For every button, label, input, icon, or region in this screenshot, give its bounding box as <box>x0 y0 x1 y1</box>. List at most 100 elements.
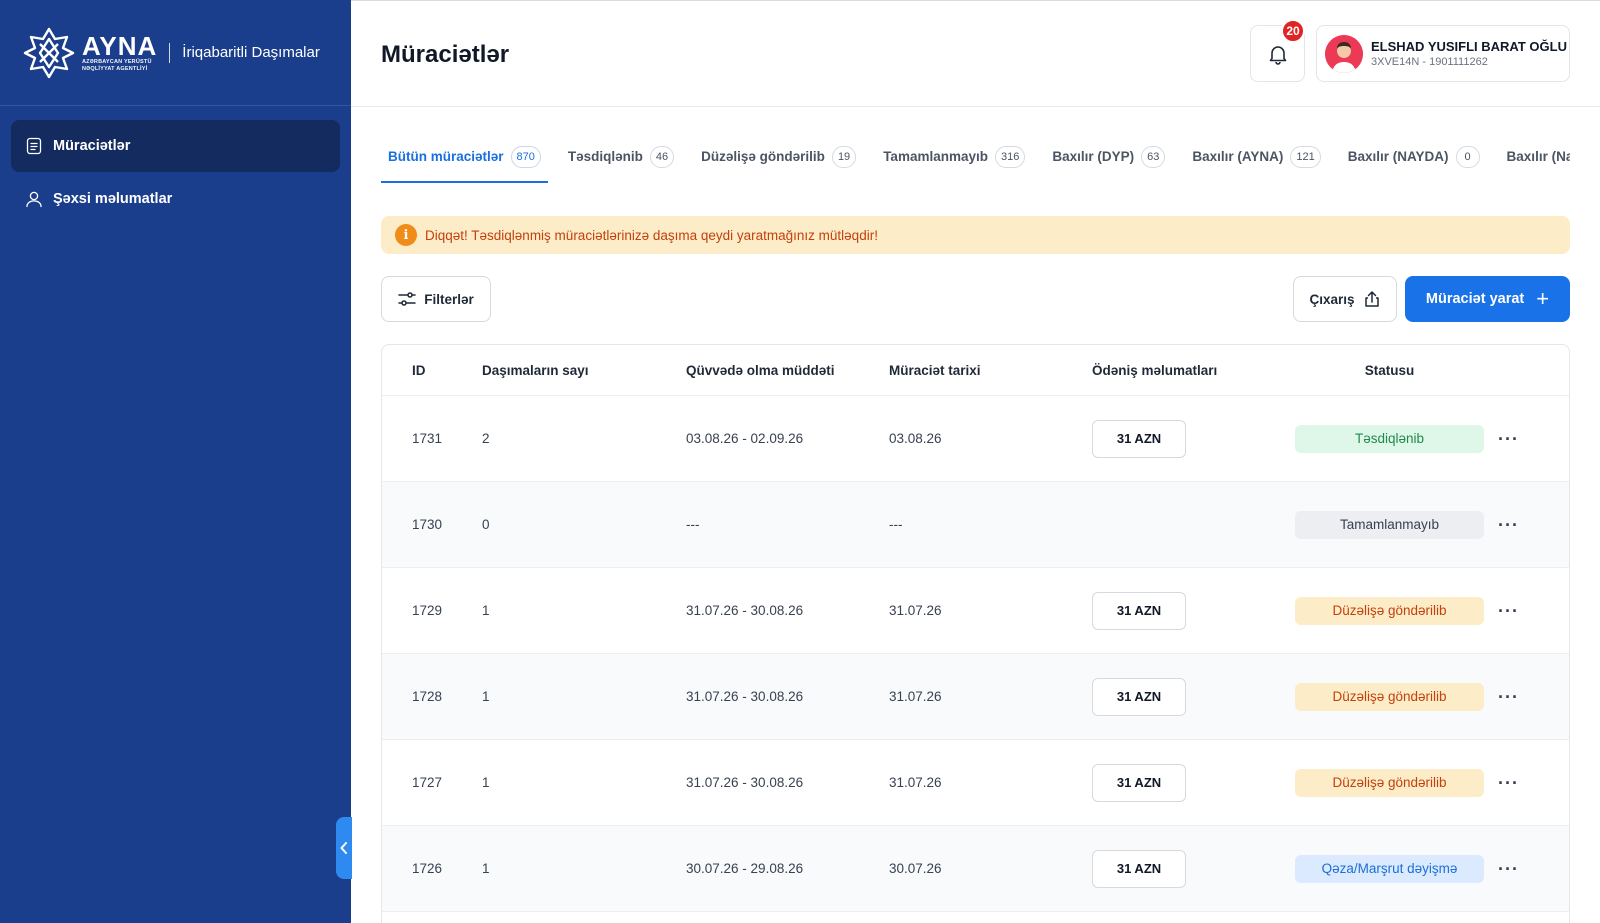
table-row[interactable]: 1726 1 30.07.26 - 29.08.26 30.07.26 31 A… <box>382 826 1569 912</box>
more-actions-icon[interactable]: ··· <box>1498 774 1519 792</box>
cell-date: 30.07.26 <box>889 861 942 876</box>
cell-count: 1 <box>482 861 490 876</box>
cell-validity: 30.07.26 - 29.08.26 <box>686 861 804 876</box>
sidebar: AYNA AZƏRBAYCAN YERÜSTÜ NƏQLİYYAT AGENTL… <box>0 0 351 923</box>
cell-count: 2 <box>482 431 490 446</box>
more-actions-icon[interactable]: ··· <box>1498 430 1519 448</box>
brand-subtitle-line2: NƏQLİYYAT AGENTLİYİ <box>82 65 148 72</box>
bell-icon <box>1269 45 1286 65</box>
status-badge: Düzəlişə göndərilib <box>1295 596 1484 625</box>
sidebar-item-label: Şəxsi məlumatlar <box>53 191 173 207</box>
page-header: Müraciətlər 20 ELSHAD YUSIFLI BARAT OĞLU… <box>351 1 1600 107</box>
tab-review-nayda[interactable]: Baxılır (NAYDA) 0 <box>1341 146 1487 184</box>
cell-id: 1726 <box>412 861 443 876</box>
table-row[interactable]: 1730 0 --- --- Tamamlanmayıb ··· <box>382 482 1569 568</box>
user-id: 3XVE14N - 1901111262 <box>1371 56 1488 68</box>
table-body: 1731 2 03.08.26 - 02.09.26 03.08.26 31 A… <box>382 396 1569 912</box>
column-header-validity: Qüvvədə olma müddəti <box>686 362 835 378</box>
cell-validity: --- <box>686 517 700 532</box>
tab-label: Təsdiqlənib <box>567 149 643 164</box>
tab-count: 0 <box>1455 146 1480 168</box>
cell-id: 1731 <box>412 431 443 446</box>
column-header-count: Daşımaların sayı <box>482 362 589 378</box>
cell-id: 1730 <box>412 517 443 532</box>
user-icon <box>25 190 43 208</box>
create-label: Müraciət yarat <box>1425 291 1525 307</box>
table-row[interactable]: 1729 1 31.07.26 - 30.08.26 31.07.26 31 A… <box>382 568 1569 654</box>
more-actions-icon[interactable]: ··· <box>1498 602 1519 620</box>
payment-button[interactable]: 31 AZN <box>1092 591 1186 630</box>
page-title: Müraciətlər <box>381 41 510 68</box>
tab-approved[interactable]: Təsdiqlənib 46 <box>561 146 681 184</box>
cell-date: --- <box>889 517 903 532</box>
payment-button[interactable]: 31 AZN <box>1092 849 1186 888</box>
sidebar-collapse-button[interactable] <box>336 817 352 879</box>
cell-date: 03.08.26 <box>889 431 942 446</box>
tab-all[interactable]: Bütün müraciətlər 870 <box>381 146 548 184</box>
column-header-status: Statusu <box>1364 362 1415 378</box>
filters-label: Filterlər <box>424 291 474 307</box>
status-badge: Düzəlişə göndərilib <box>1295 682 1484 711</box>
cell-date: 31.07.26 <box>889 603 942 618</box>
ayna-logo-icon <box>23 27 75 78</box>
notifications-badge: 20 <box>1281 19 1305 43</box>
tab-label: Baxılır (DYP) <box>1052 149 1135 164</box>
tab-count: 46 <box>649 146 675 168</box>
sidebar-item-muraciatlar[interactable]: Müraciətlər <box>11 120 340 172</box>
table-row[interactable]: 1731 2 03.08.26 - 02.09.26 03.08.26 31 A… <box>382 396 1569 482</box>
tab-count: 19 <box>831 146 857 168</box>
tab-count: 316 <box>994 146 1026 168</box>
cell-date: 31.07.26 <box>889 775 942 790</box>
payment-button[interactable]: 31 AZN <box>1092 763 1186 802</box>
applications-table: ID Daşımaların sayı Qüvvədə olma müddəti… <box>381 344 1570 923</box>
payment-button[interactable]: 31 AZN <box>1092 677 1186 716</box>
cell-id: 1729 <box>412 603 443 618</box>
tab-label: Baxılır (NAYDA) <box>1347 149 1449 164</box>
tab-review-dyp[interactable]: Baxılır (DYP) 63 <box>1045 146 1172 184</box>
tab-incomplete[interactable]: Tamamlanmayıb 316 <box>876 146 1032 184</box>
brand-name: AYNA <box>82 31 158 61</box>
user-profile-menu[interactable]: ELSHAD YUSIFLI BARAT OĞLU 3XVE14N - 1901… <box>1316 25 1570 82</box>
filter-sliders-icon <box>398 292 416 306</box>
table-row[interactable]: 1728 1 31.07.26 - 30.08.26 31.07.26 31 A… <box>382 654 1569 740</box>
more-actions-icon[interactable]: ··· <box>1498 516 1519 534</box>
brand-header: AYNA AZƏRBAYCAN YERÜSTÜ NƏQLİYYAT AGENTL… <box>0 0 351 106</box>
tab-label: Bütün müraciətlər <box>388 149 504 164</box>
tab-sent-for-correction[interactable]: Düzəlişə göndərilib 19 <box>694 146 863 184</box>
tab-review-naxcivan[interactable]: Baxılır (Naxçıv <box>1500 146 1570 184</box>
brand-divider <box>169 42 171 63</box>
export-label: Çıxarış <box>1309 291 1355 307</box>
cell-validity: 31.07.26 - 30.08.26 <box>686 689 804 704</box>
cell-count: 0 <box>482 517 490 532</box>
cell-count: 1 <box>482 603 490 618</box>
app-name: İriqabaritli Daşımalar <box>182 44 320 61</box>
more-actions-icon[interactable]: ··· <box>1498 688 1519 706</box>
status-badge: Düzəlişə göndərilib <box>1295 768 1484 797</box>
create-application-button[interactable]: Müraciət yarat + <box>1405 276 1570 322</box>
cell-validity: 31.07.26 - 30.08.26 <box>686 775 804 790</box>
export-button[interactable]: Çıxarış <box>1293 276 1397 322</box>
column-header-date: Müraciət tarixi <box>889 362 981 378</box>
sidebar-item-personal-info[interactable]: Şəxsi məlumatlar <box>11 173 340 225</box>
document-icon <box>25 137 43 155</box>
tab-label: Baxılır (Naxçıv <box>1506 149 1570 164</box>
chevron-left-icon <box>340 842 347 854</box>
payment-button[interactable]: 31 AZN <box>1092 419 1186 458</box>
table-row[interactable]: 1727 1 31.07.26 - 30.08.26 31.07.26 31 A… <box>382 740 1569 826</box>
upload-icon <box>1364 291 1379 307</box>
avatar <box>1325 34 1363 73</box>
tab-label: Tamamlanmayıb <box>883 149 988 164</box>
filters-button[interactable]: Filterlər <box>381 276 491 322</box>
info-icon: i <box>395 224 417 246</box>
tab-review-ayna[interactable]: Baxılır (AYNA) 121 <box>1185 146 1327 184</box>
sidebar-item-label: Müraciətlər <box>53 138 131 154</box>
tab-count: 121 <box>1290 146 1321 168</box>
user-name: ELSHAD YUSIFLI BARAT OĞLU <box>1371 39 1567 54</box>
cell-id: 1728 <box>412 689 443 704</box>
cell-validity: 31.07.26 - 30.08.26 <box>686 603 804 618</box>
more-actions-icon[interactable]: ··· <box>1498 860 1519 878</box>
cell-validity: 03.08.26 - 02.09.26 <box>686 431 804 446</box>
cell-date: 31.07.26 <box>889 689 942 704</box>
tab-count: 63 <box>1141 146 1166 168</box>
table-header: ID Daşımaların sayı Qüvvədə olma müddəti… <box>382 345 1569 396</box>
